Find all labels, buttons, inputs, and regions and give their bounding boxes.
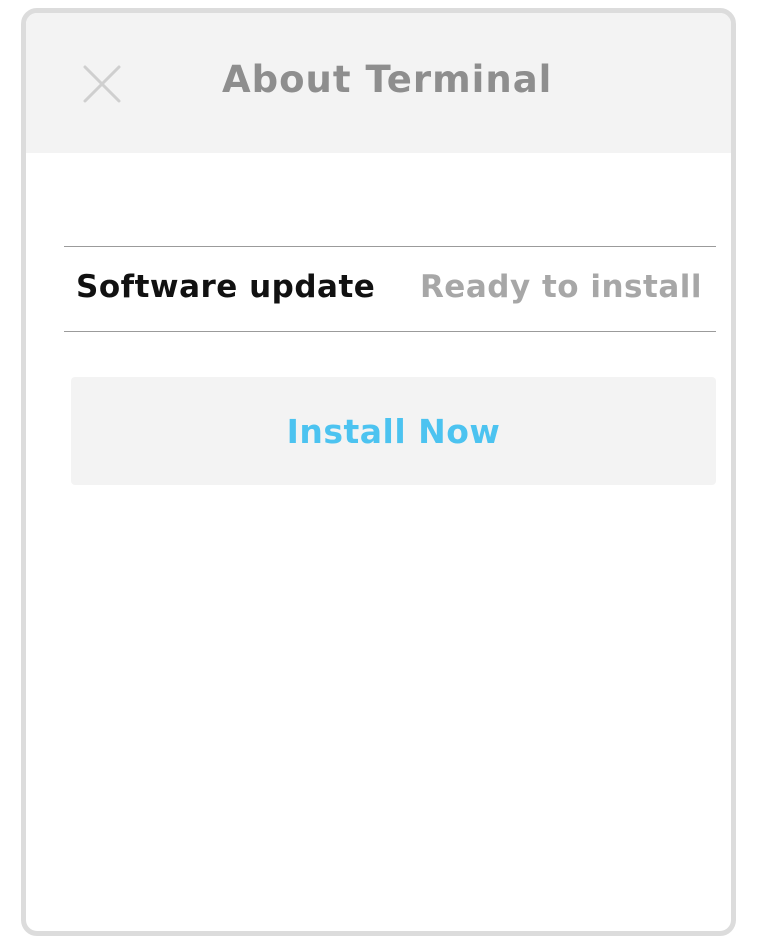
software-update-label: Software update <box>76 269 376 305</box>
install-now-label: Install Now <box>286 411 501 451</box>
software-update-row: Software update Ready to install <box>64 246 716 332</box>
dialog-titlebar: About Terminal <box>26 13 731 153</box>
about-dialog: About Terminal Software update Ready to … <box>21 8 736 936</box>
screen: About Terminal Software update Ready to … <box>0 0 757 945</box>
update-status: Ready to install <box>419 269 702 305</box>
close-icon <box>83 65 121 103</box>
install-now-button[interactable]: Install Now <box>71 377 716 485</box>
close-button[interactable] <box>81 63 123 105</box>
dialog-title: About Terminal <box>222 58 553 101</box>
